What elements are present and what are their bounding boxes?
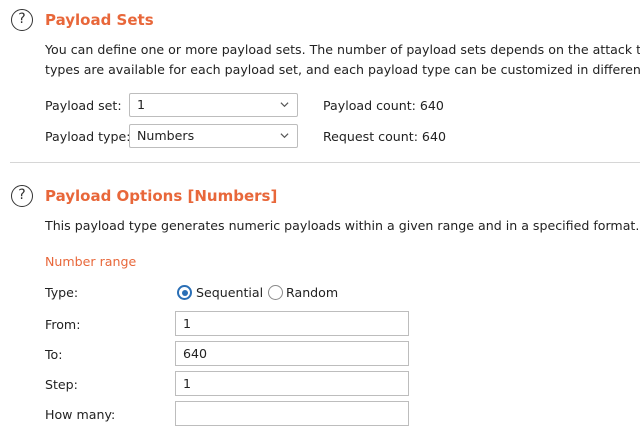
from-input[interactable]: 1 xyxy=(175,311,409,336)
how-many-input[interactable] xyxy=(175,401,409,426)
payload-options-title: Payload Options [Numbers] xyxy=(45,187,278,205)
section-divider xyxy=(10,162,640,163)
to-input[interactable]: 640 xyxy=(175,341,409,366)
step-input[interactable]: 1 xyxy=(175,371,409,396)
sequential-label[interactable]: Sequential xyxy=(196,285,263,300)
from-label: From: xyxy=(45,317,81,332)
type-label: Type: xyxy=(45,285,79,300)
random-radio[interactable] xyxy=(268,285,283,300)
help-icon[interactable]: ? xyxy=(11,9,33,31)
payload-sets-description-line2: types are available for each payload set… xyxy=(45,62,640,77)
payload-sets-title: Payload Sets xyxy=(45,11,154,29)
random-label[interactable]: Random xyxy=(286,285,338,300)
payload-count: Payload count: 640 xyxy=(323,98,444,113)
chevron-down-icon xyxy=(280,133,289,139)
payload-options-description: This payload type generates numeric payl… xyxy=(45,218,640,233)
request-count: Request count: 640 xyxy=(323,129,446,144)
to-label: To: xyxy=(45,347,63,362)
chevron-down-icon xyxy=(280,102,289,108)
sequential-radio[interactable] xyxy=(177,285,192,300)
payload-type-label: Payload type: xyxy=(45,129,131,144)
payload-type-value: Numbers xyxy=(137,128,195,143)
step-label: Step: xyxy=(45,377,78,392)
payload-set-select[interactable]: 1 xyxy=(129,93,298,117)
payload-set-value: 1 xyxy=(137,97,146,112)
payload-sets-description-line1: You can define one or more payload sets.… xyxy=(45,42,640,57)
how-many-label: How many: xyxy=(45,407,116,422)
number-range-label: Number range xyxy=(45,254,137,269)
payload-set-label: Payload set: xyxy=(45,98,122,113)
payload-type-select[interactable]: Numbers xyxy=(129,124,298,148)
help-icon[interactable]: ? xyxy=(11,185,33,207)
